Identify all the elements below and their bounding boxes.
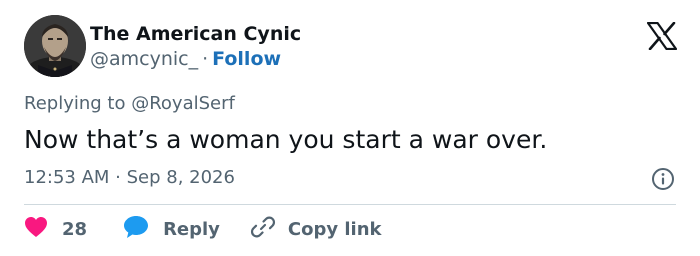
avatar-portrait (24, 15, 86, 77)
tweet-text: Now that’s a woman you start a war over. (24, 125, 548, 154)
reply-context: Replying to @RoyalSerf (24, 92, 235, 116)
tweet-timestamp[interactable]: 12:53 AM · Sep 8, 2026 (24, 166, 235, 190)
x-logo-icon[interactable] (646, 21, 678, 51)
speech-bubble-icon (123, 215, 149, 246)
tweet-embed: The American Cynic @amcynic_ · Follow Repl… (0, 0, 700, 256)
like-count: 28 (62, 219, 88, 240)
link-icon (250, 214, 276, 247)
reply-label: Reply (163, 219, 220, 240)
follow-button[interactable]: Follow (212, 48, 281, 70)
copy-link-label: Copy link (287, 219, 382, 240)
reply-context-prefix: Replying to (24, 93, 126, 114)
reply-button[interactable]: Reply (123, 215, 220, 246)
copy-link-button[interactable]: Copy link (250, 214, 382, 247)
reply-mention-link[interactable]: @RoyalSerf (131, 93, 235, 114)
action-bar: 28 Reply Copy link (24, 214, 382, 247)
author-name[interactable]: The American Cynic (90, 22, 301, 46)
author-meta: @amcynic_ · Follow (90, 47, 281, 71)
divider (24, 204, 676, 205)
separator-dot: · (202, 48, 209, 70)
like-button[interactable]: 28 (24, 216, 87, 245)
info-icon[interactable] (651, 167, 675, 191)
author-handle[interactable]: @amcynic_ (90, 48, 198, 70)
heart-icon (24, 216, 48, 245)
avatar[interactable] (24, 15, 86, 77)
